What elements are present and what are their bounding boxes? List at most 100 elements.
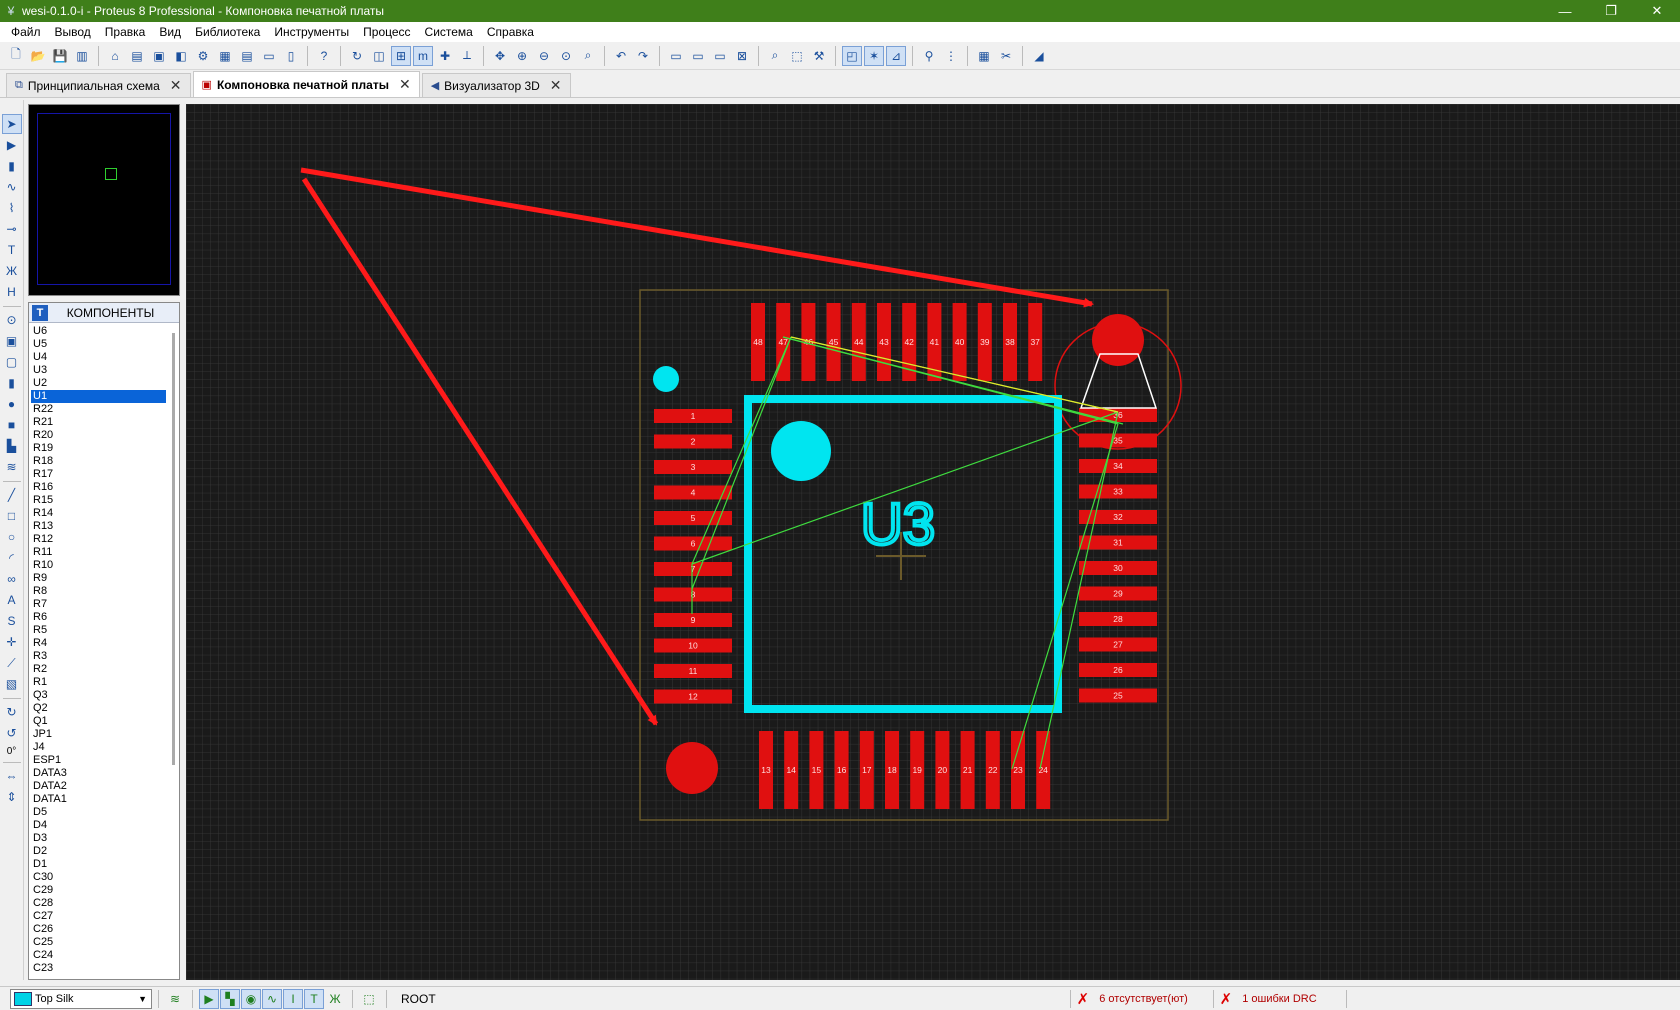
layers-stack-icon[interactable]: ≋ bbox=[165, 989, 185, 1009]
autorouter-icon[interactable]: ✂ bbox=[996, 46, 1016, 66]
ratsnest-mode-icon[interactable]: T bbox=[2, 240, 22, 260]
symbol-icon[interactable]: S bbox=[2, 611, 22, 631]
missing-connections-status[interactable]: ✗ 6 отсутствует(ют) bbox=[1077, 990, 1207, 1008]
close-tab-icon[interactable]: ✕ bbox=[170, 77, 182, 94]
component-list-item[interactable]: R7 bbox=[31, 598, 166, 611]
decompose-icon[interactable]: ⚒ bbox=[809, 46, 829, 66]
component-list-item[interactable]: R9 bbox=[31, 572, 166, 585]
proteus-app-icon[interactable]: ¥ bbox=[0, 4, 22, 18]
rotate-cw-icon[interactable]: ↻ bbox=[2, 702, 22, 722]
component-list-item[interactable]: C29 bbox=[31, 884, 166, 897]
component-list-item[interactable]: C28 bbox=[31, 897, 166, 910]
filter-pads-icon[interactable]: ◉ bbox=[241, 988, 261, 1009]
component-mode-icon[interactable]: ▶ bbox=[2, 135, 22, 155]
component-list-item[interactable]: U5 bbox=[31, 338, 166, 351]
gerber-icon[interactable]: ⚙ bbox=[193, 46, 213, 66]
save-icon[interactable]: 💾 bbox=[50, 46, 70, 66]
block-copy-icon[interactable]: ▭ bbox=[666, 46, 686, 66]
grid-icon[interactable]: ⊞ bbox=[391, 45, 411, 66]
selection-mode-icon[interactable]: ➤ bbox=[1, 114, 22, 134]
menu-edit[interactable]: Правка bbox=[98, 25, 153, 39]
component-list-item[interactable]: R1 bbox=[31, 676, 166, 689]
connectivity-mode-icon[interactable]: Ж bbox=[2, 261, 22, 281]
component-list-item[interactable]: U2 bbox=[31, 377, 166, 390]
minimize-button[interactable]: — bbox=[1542, 0, 1588, 22]
marker-icon[interactable]: ✛ bbox=[2, 632, 22, 652]
component-list-item[interactable]: J4 bbox=[31, 741, 166, 754]
rotation-angle[interactable]: 0° bbox=[7, 746, 17, 757]
component-list-item[interactable]: C30 bbox=[31, 871, 166, 884]
block-move-icon[interactable]: ▭ bbox=[688, 46, 708, 66]
component-list-item[interactable]: R19 bbox=[31, 442, 166, 455]
polygonal-pad-icon[interactable]: ▙ bbox=[2, 436, 22, 456]
component-list-item[interactable]: D3 bbox=[31, 832, 166, 845]
component-list-scrollbar[interactable] bbox=[172, 333, 175, 765]
component-list-item[interactable]: R6 bbox=[31, 611, 166, 624]
component-list-item[interactable]: R2 bbox=[31, 663, 166, 676]
component-list-item[interactable]: R16 bbox=[31, 481, 166, 494]
menu-process[interactable]: Процесс bbox=[356, 25, 417, 39]
round-pad-icon[interactable]: ⊙ bbox=[2, 310, 22, 330]
mirror-vertical-icon[interactable]: ⇕ bbox=[2, 787, 22, 807]
zoom-out-icon[interactable]: ⊖ bbox=[534, 46, 554, 66]
menu-system[interactable]: Система bbox=[418, 25, 480, 39]
undo-icon[interactable]: ↶ bbox=[611, 46, 631, 66]
component-list-item[interactable]: C27 bbox=[31, 910, 166, 923]
component-list-item[interactable]: R5 bbox=[31, 624, 166, 637]
component-list-item[interactable]: Q3 bbox=[31, 689, 166, 702]
component-list-item[interactable]: U1 bbox=[31, 390, 166, 403]
drc-errors-status[interactable]: ✗ 1 ошибки DRC bbox=[1220, 990, 1340, 1008]
rect-smt-pad-icon[interactable]: ■ bbox=[2, 415, 22, 435]
component-list-item[interactable]: R8 bbox=[31, 585, 166, 598]
origin-icon[interactable]: ✚ bbox=[435, 46, 455, 66]
zoom-all-icon[interactable]: ⊙ bbox=[556, 46, 576, 66]
filter-text-icon[interactable]: T bbox=[304, 988, 324, 1009]
circular-smt-pad-icon[interactable]: ● bbox=[2, 394, 22, 414]
component-list-item[interactable]: C25 bbox=[31, 936, 166, 949]
block-rotate-icon[interactable]: ▭ bbox=[710, 46, 730, 66]
arc-icon[interactable]: ◜ bbox=[2, 548, 22, 568]
pcb-layout-icon[interactable]: ▣ bbox=[149, 46, 169, 66]
overview-window[interactable] bbox=[28, 104, 180, 296]
refresh-icon[interactable]: ↻ bbox=[347, 46, 367, 66]
component-list-item[interactable]: R4 bbox=[31, 637, 166, 650]
pick-device-icon[interactable]: T bbox=[32, 304, 48, 321]
component-list-item[interactable]: ESP1 bbox=[31, 754, 166, 767]
component-list-item[interactable]: R13 bbox=[31, 520, 166, 533]
close-tab-icon[interactable]: ✕ bbox=[550, 77, 562, 94]
dimension-icon[interactable]: ⟋ bbox=[2, 653, 22, 673]
schematic-icon[interactable]: ▤ bbox=[127, 46, 147, 66]
zone-mode-icon[interactable]: ⊸ bbox=[2, 219, 22, 239]
text-icon[interactable]: A bbox=[2, 590, 22, 610]
component-list-item[interactable]: D5 bbox=[31, 806, 166, 819]
component-list-item[interactable]: D2 bbox=[31, 845, 166, 858]
make-package-icon[interactable]: ⬚ bbox=[787, 46, 807, 66]
menu-file[interactable]: Файл bbox=[4, 25, 48, 39]
component-list-item[interactable]: R22 bbox=[31, 403, 166, 416]
redo-icon[interactable]: ↷ bbox=[633, 46, 653, 66]
line-icon[interactable]: ╱ bbox=[2, 485, 22, 505]
component-list-item[interactable]: R15 bbox=[31, 494, 166, 507]
component-list-item[interactable]: DATA1 bbox=[31, 793, 166, 806]
open-folder-icon[interactable]: 📂 bbox=[28, 46, 48, 66]
metric-icon[interactable]: m bbox=[413, 45, 433, 66]
import-icon[interactable]: ▥ bbox=[72, 46, 92, 66]
component-list-item[interactable]: D1 bbox=[31, 858, 166, 871]
component-list[interactable]: U6 U5 U4 U3 U2 U1 R22 R21 R20 R19 R18 R17 R16 R15 R14 R… bbox=[31, 325, 166, 979]
connectivity-icon[interactable]: ⊿ bbox=[886, 45, 906, 66]
3d-viewer-icon[interactable]: ◧ bbox=[171, 46, 191, 66]
new-file-icon[interactable]: 🗋 bbox=[6, 46, 26, 66]
menu-help[interactable]: Справка bbox=[480, 25, 541, 39]
design-explorer-icon[interactable]: ▦ bbox=[215, 46, 235, 66]
component-list-item[interactable]: Q1 bbox=[31, 715, 166, 728]
2d-graphics-icon[interactable]: ▧ bbox=[2, 674, 22, 694]
pcb-drawing[interactable]: 48 47 46 45 44 43 42 41 40 39 38 3713 14 15 16 17 18 19 20… bbox=[186, 104, 1680, 980]
component-list-item[interactable]: DATA3 bbox=[31, 767, 166, 780]
component-list-item[interactable]: R11 bbox=[31, 546, 166, 559]
restore-button[interactable]: ❐ bbox=[1588, 0, 1634, 22]
property-assign-icon[interactable]: ⋮ bbox=[941, 46, 961, 66]
filter-tracks-icon[interactable]: ▶ bbox=[199, 988, 219, 1009]
zoom-in-icon[interactable]: ⊕ bbox=[512, 46, 532, 66]
filter-zones-icon[interactable]: I bbox=[283, 988, 303, 1009]
ratsnest-icon[interactable]: ✶ bbox=[864, 45, 884, 66]
